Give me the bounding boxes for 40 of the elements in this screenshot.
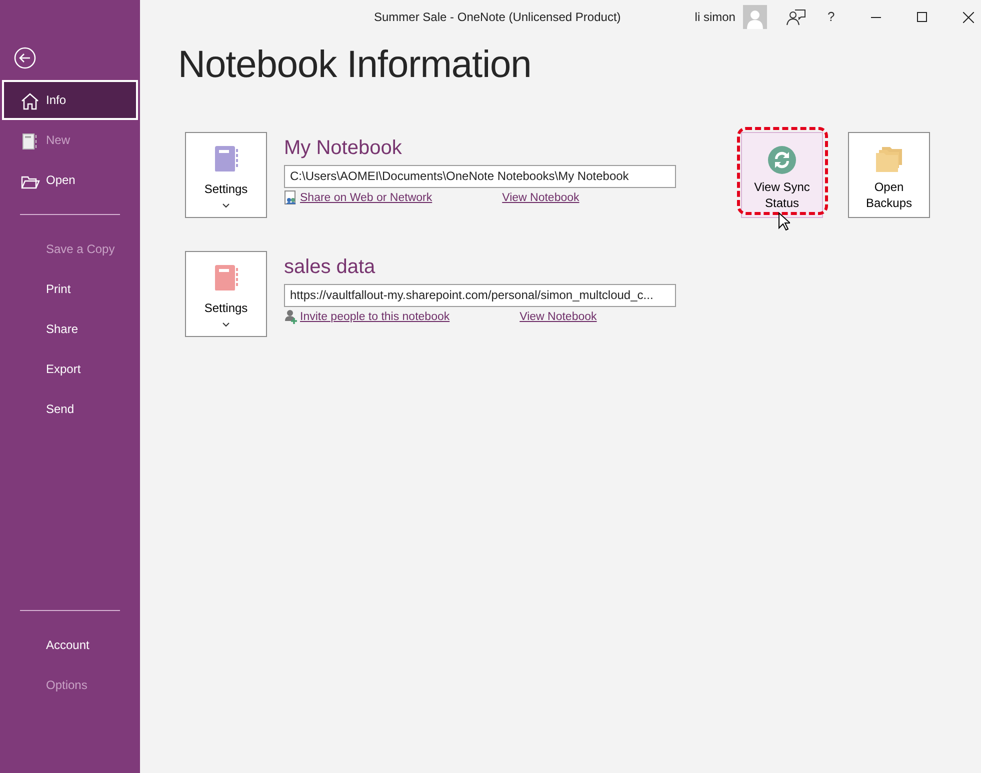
sidebar-item[interactable]: Print xyxy=(2,269,138,309)
notebook-name: My Notebook xyxy=(284,138,403,158)
folder-icon xyxy=(874,144,904,175)
share-icon xyxy=(284,190,298,206)
feedback-button[interactable] xyxy=(786,8,806,26)
user-name: li simon xyxy=(694,9,736,26)
add-person-icon xyxy=(284,309,298,326)
avatar-icon xyxy=(743,5,768,29)
sidebar-item[interactable]: Info xyxy=(2,80,138,120)
sidebar-item[interactable]: Export xyxy=(2,349,138,389)
home-icon xyxy=(20,92,40,112)
back-icon xyxy=(14,47,36,69)
page-title: Notebook Information xyxy=(178,45,532,87)
back-button[interactable] xyxy=(14,47,36,69)
settings-button[interactable]: Settings xyxy=(185,250,267,337)
sidebar-item[interactable]: Account xyxy=(2,625,138,665)
action-button[interactable]: Open Backups xyxy=(848,132,930,218)
feedback-icon xyxy=(786,8,806,26)
action-button[interactable]: View Sync Status xyxy=(741,132,823,218)
share-link[interactable]: Invite people to this notebook xyxy=(284,308,450,326)
view-notebook-link[interactable]: View Notebook xyxy=(520,308,597,326)
notebook-name: sales data xyxy=(284,256,376,277)
settings-button[interactable]: Settings xyxy=(185,132,267,218)
share-link[interactable]: Share on Web or Network xyxy=(284,190,432,208)
sidebar-item[interactable]: Send xyxy=(2,389,138,429)
sidebar-item[interactable]: Open xyxy=(2,160,138,200)
maximize-button[interactable] xyxy=(916,12,927,22)
close-icon xyxy=(962,12,974,22)
cursor-icon xyxy=(778,212,790,231)
path-field[interactable]: https://vaultfallout-my.sharepoint.com/personal/simon_multcloud_c... xyxy=(284,284,676,307)
maximize-icon xyxy=(916,12,927,22)
path-field[interactable]: C:\Users\AOMEI\Documents\OneNote Notebooks\My Notebook xyxy=(284,164,676,188)
sidebar-item[interactable]: Share xyxy=(2,309,138,349)
help-button[interactable]: ? xyxy=(827,7,835,27)
chevron-icon xyxy=(222,202,230,208)
view-notebook-link[interactable]: View Notebook xyxy=(502,190,580,208)
chevron-icon xyxy=(222,322,230,327)
close-button[interactable] xyxy=(962,12,974,22)
sync-icon xyxy=(767,144,797,175)
window-title: Summer Sale - OneNote (Unlicensed Product) xyxy=(374,9,621,26)
